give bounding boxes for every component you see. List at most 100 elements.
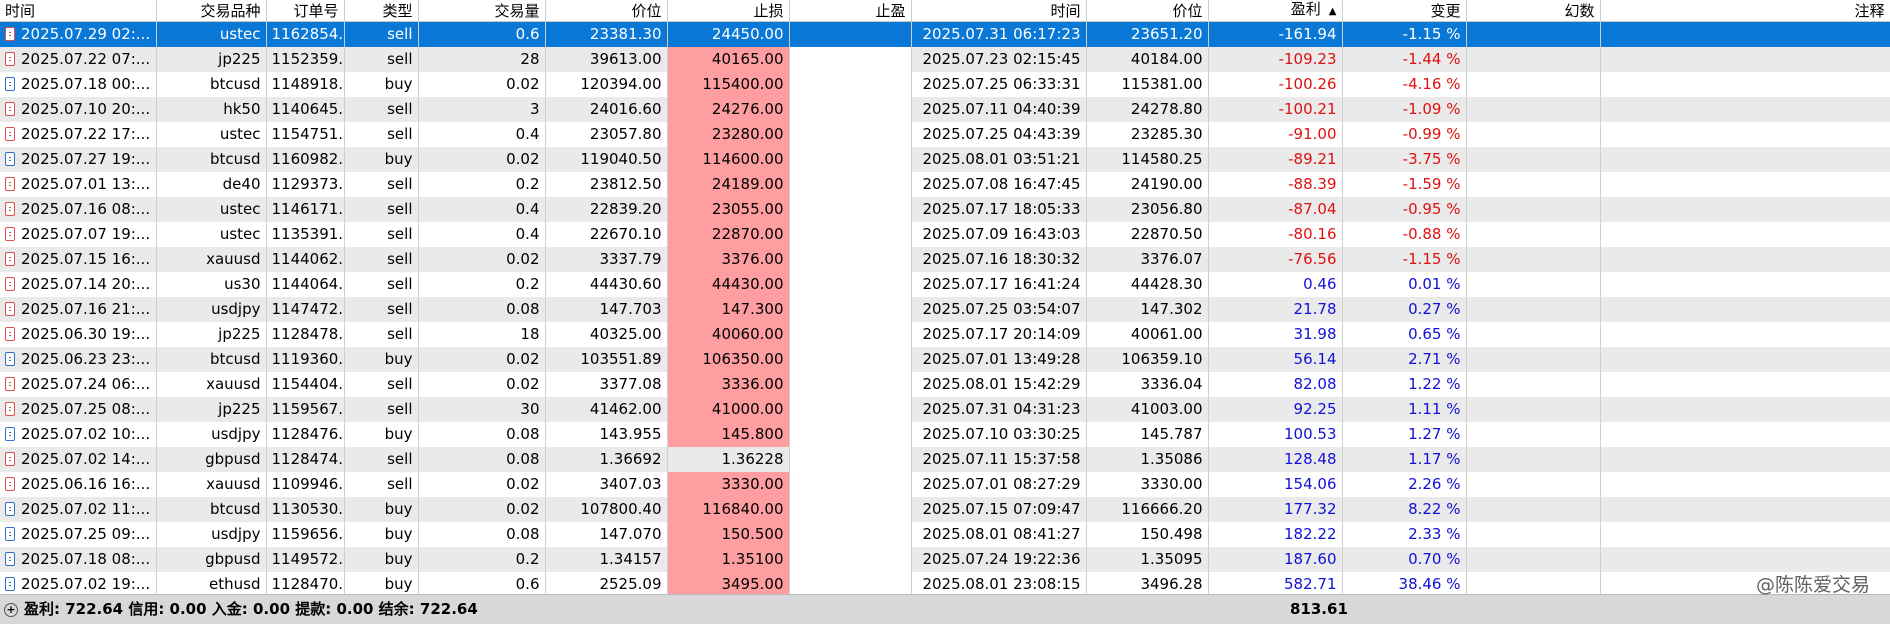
- cell-symbol: jp225: [156, 47, 267, 72]
- col-header-close-price[interactable]: 价位: [1086, 0, 1209, 22]
- cell-ticket: 1130530...: [266, 497, 345, 522]
- cell-take-profit: [789, 472, 912, 497]
- cell-change: -3.75 %: [1342, 147, 1467, 172]
- cell-close-time: 2025.07.16 18:30:32: [911, 247, 1087, 272]
- cell-magic: [1466, 447, 1601, 472]
- table-row[interactable]: 2025.07.01 13:... de401129373...sell0.223…: [0, 172, 1890, 197]
- col-header-tp[interactable]: 止盈: [789, 0, 912, 22]
- cell-close-time: 2025.08.01 15:42:29: [911, 372, 1087, 397]
- cell-change: 1.11 %: [1342, 397, 1467, 422]
- table-row[interactable]: 2025.07.29 02:...ustec1162854...sell0.62…: [0, 21, 1890, 47]
- buy-order-icon: [5, 527, 15, 541]
- cell-profit: 100.53: [1208, 422, 1343, 447]
- cell-comment: [1600, 372, 1890, 397]
- table-row[interactable]: 2025.06.23 23:... btcusd1119360...buy0.02…: [0, 347, 1890, 372]
- col-header-sl[interactable]: 止损: [667, 0, 790, 22]
- table-row[interactable]: 2025.07.02 11:... btcusd1130530...buy0.02…: [0, 497, 1890, 522]
- table-row[interactable]: 2025.07.14 20:...us301144064...sell0.244…: [0, 272, 1890, 297]
- table-row[interactable]: 2025.07.02 10:... usdjpy1128476...buy0.08…: [0, 422, 1890, 447]
- table-row[interactable]: 2025.07.18 08:...gbpusd1149572...buy0.21…: [0, 547, 1890, 572]
- cell-close-price: 40184.00: [1086, 47, 1209, 72]
- table-row[interactable]: 2025.07.07 19:...ustec1135391...sell0.42…: [0, 222, 1890, 247]
- expand-plus-icon[interactable]: +: [4, 603, 18, 617]
- cell-time: 2025.07.02 11:...: [0, 497, 157, 522]
- table-row[interactable]: 2025.07.24 06:... xauusd1154404...sell0.0…: [0, 372, 1890, 397]
- cell-take-profit: [789, 97, 912, 122]
- cell-comment: [1600, 322, 1890, 347]
- cell-take-profit: [789, 197, 912, 222]
- cell-symbol: xauusd: [156, 247, 267, 272]
- cell-close-time: 2025.07.11 04:40:39: [911, 97, 1087, 122]
- col-header-symbol[interactable]: 交易品种: [156, 0, 267, 22]
- cell-time: 2025.07.14 20:...: [0, 272, 157, 297]
- cell-profit: -80.16: [1208, 222, 1343, 247]
- sell-order-icon: [5, 52, 15, 66]
- col-header-profit[interactable]: 盈利 ▲: [1208, 0, 1343, 22]
- cell-time: 2025.07.07 19:...: [0, 222, 157, 247]
- col-header-magic[interactable]: 幻数: [1466, 0, 1601, 22]
- cell-price: 143.955: [545, 422, 668, 447]
- open-time-text: 2025.06.30 19:...: [21, 325, 151, 343]
- cell-comment: [1600, 447, 1890, 472]
- cell-change: 0.27 %: [1342, 297, 1467, 322]
- cell-take-profit: [789, 397, 912, 422]
- table-row[interactable]: 2025.07.25 09:... usdjpy1159656...buy0.08…: [0, 522, 1890, 547]
- sell-order-icon: [5, 127, 15, 141]
- table-row[interactable]: 2025.06.30 19:...jp2251128478...sell1840…: [0, 322, 1890, 347]
- table-row[interactable]: 2025.07.22 07:... jp2251152359...sell2839…: [0, 47, 1890, 72]
- col-header-close-time[interactable]: 时间: [911, 0, 1087, 22]
- table-row[interactable]: 2025.07.27 19:... btcusd1160982...buy0.02…: [0, 147, 1890, 172]
- cell-time: 2025.06.16 16:...: [0, 472, 157, 497]
- buy-order-icon: [5, 352, 15, 366]
- cell-price: 3337.79: [545, 247, 668, 272]
- cell-price: 1.34157: [545, 547, 668, 572]
- cell-close-price: 23285.30: [1086, 122, 1209, 147]
- sell-order-icon: [5, 177, 15, 191]
- col-header-volume[interactable]: 交易量: [418, 0, 546, 22]
- cell-type: sell: [344, 97, 419, 122]
- table-row[interactable]: 2025.07.15 16:... xauusd1144062...sell0.0…: [0, 247, 1890, 272]
- cell-ticket: 1160982...: [266, 147, 345, 172]
- col-header-time[interactable]: 时间: [0, 0, 157, 22]
- cell-take-profit: [789, 297, 912, 322]
- cell-stop-loss: 106350.00: [667, 347, 790, 372]
- cell-change: 0.01 %: [1342, 272, 1467, 297]
- table-row[interactable]: 2025.07.18 00:... btcusd1148918...buy0.02…: [0, 72, 1890, 97]
- cell-price: 147.070: [545, 522, 668, 547]
- cell-change: 2.33 %: [1342, 522, 1467, 547]
- cell-close-price: 147.302: [1086, 297, 1209, 322]
- cell-take-profit: [789, 347, 912, 372]
- col-header-profit-label: 盈利: [1290, 0, 1321, 18]
- col-header-type[interactable]: 类型: [344, 0, 419, 22]
- cell-stop-loss: 44430.00: [667, 272, 790, 297]
- cell-take-profit: [789, 247, 912, 272]
- cell-comment: [1600, 72, 1890, 97]
- cell-change: 1.27 %: [1342, 422, 1467, 447]
- table-row[interactable]: 2025.07.02 14:... gbpusd1128474...sell0.0…: [0, 447, 1890, 472]
- cell-change: 1.22 %: [1342, 372, 1467, 397]
- col-header-change[interactable]: 变更: [1342, 0, 1467, 22]
- col-header-price[interactable]: 价位: [545, 0, 668, 22]
- table-row[interactable]: 2025.07.22 17:...ustec1154751...sell0.42…: [0, 122, 1890, 147]
- buy-order-icon: [5, 77, 15, 91]
- col-header-comment[interactable]: 注释: [1600, 0, 1890, 22]
- table-row[interactable]: 2025.07.16 21:... usdjpy1147472...sell0.0…: [0, 297, 1890, 322]
- table-row[interactable]: 2025.06.16 16:... xauusd1109946...sell0.0…: [0, 472, 1890, 497]
- cell-stop-loss: 23055.00: [667, 197, 790, 222]
- open-time-text: 2025.07.24 06:...: [21, 375, 151, 393]
- cell-type: buy: [344, 547, 419, 572]
- cell-magic: [1466, 522, 1601, 547]
- table-row[interactable]: 2025.07.16 08:...ustec1146171...sell0.42…: [0, 197, 1890, 222]
- cell-profit: 82.08: [1208, 372, 1343, 397]
- cell-magic: [1466, 272, 1601, 297]
- cell-magic: [1466, 47, 1601, 72]
- cell-ticket: 1128478...: [266, 322, 345, 347]
- cell-stop-loss: 115400.00: [667, 72, 790, 97]
- open-time-text: 2025.07.29 02:...: [21, 25, 151, 43]
- col-header-ticket[interactable]: 订单号: [266, 0, 345, 22]
- cell-take-profit: [789, 147, 912, 172]
- cell-ticket: 1152359...: [266, 47, 345, 72]
- table-row[interactable]: 2025.07.10 20:... hk501140645...sell32401…: [0, 97, 1890, 122]
- sell-order-icon: [5, 27, 15, 41]
- table-row[interactable]: 2025.07.25 08:...jp2251159567...sell3041…: [0, 397, 1890, 422]
